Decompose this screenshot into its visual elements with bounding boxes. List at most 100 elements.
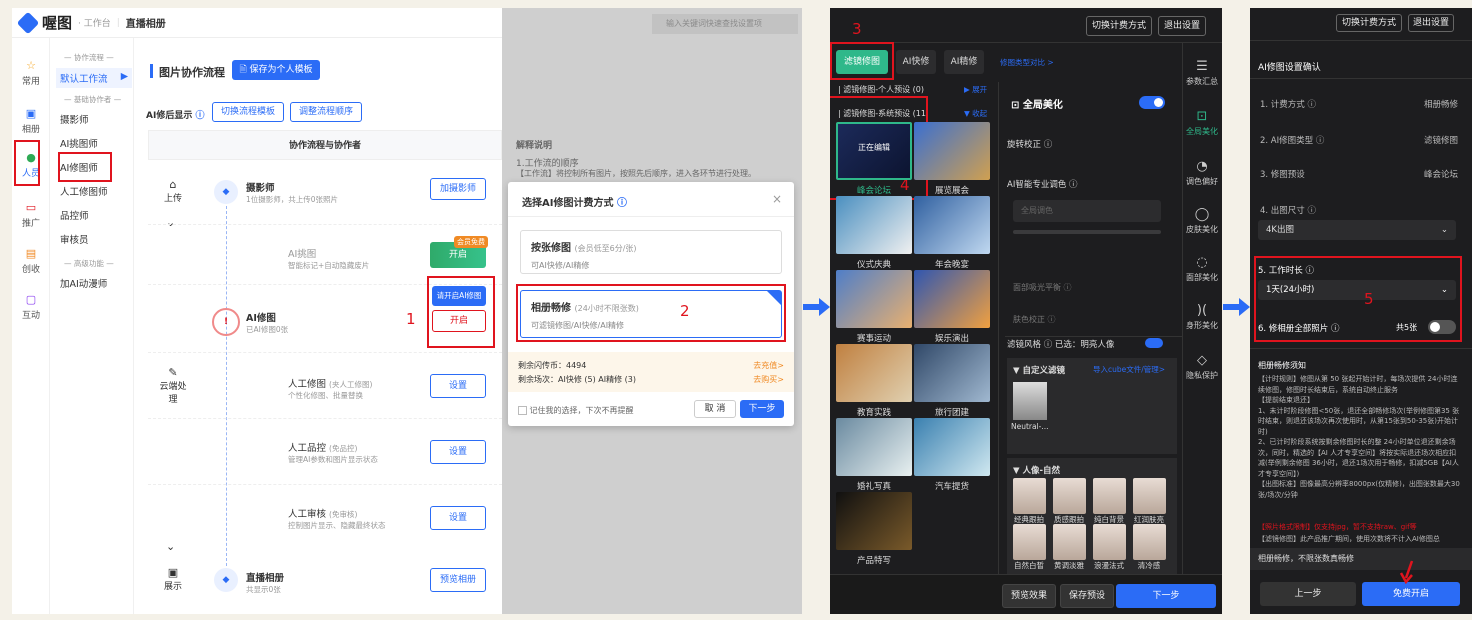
sub-item-ai-picker[interactable]: AI挑图师 — [60, 136, 98, 150]
nav-summary[interactable]: ☰ 参数汇总 — [1182, 60, 1222, 87]
preset-thumb[interactable] — [836, 270, 912, 328]
preset-thumb[interactable] — [914, 196, 990, 254]
filter-face-thumb[interactable] — [1093, 524, 1126, 560]
preset-label: 旅行团建 — [934, 408, 969, 418]
collapse-toggle[interactable]: ▼ 收起 — [964, 108, 987, 119]
neutral-thumb[interactable] — [1013, 382, 1047, 420]
default-flow-item[interactable]: 默认工作流 ▶ — [56, 68, 132, 88]
filter-face-label: 自然白皙 — [1014, 561, 1044, 570]
adjust-order-button[interactable]: 调整流程顺序 — [290, 102, 362, 122]
filter-face-thumb[interactable] — [1093, 478, 1126, 514]
sub-item-retoucher[interactable]: 人工修图师 — [60, 184, 108, 198]
nav-skin[interactable]: ◯ 皮肤美化 — [1182, 208, 1222, 235]
color-wheel-icon: ◔ — [1196, 159, 1208, 174]
preview-album-button[interactable]: 预览相册 — [430, 568, 486, 592]
nav-body[interactable]: )(身形美化 — [1182, 304, 1222, 331]
nav-global[interactable]: ⊡ 全局美化 — [1182, 110, 1222, 137]
tab-ai-fine[interactable]: AI精修 — [944, 50, 984, 74]
help-icon[interactable]: ⓘ — [617, 198, 627, 209]
preset-label: 娱乐演出 — [934, 334, 969, 344]
tab-ai-quick[interactable]: AI快修 — [896, 50, 936, 74]
help-icon[interactable]: ⓘ — [195, 111, 204, 121]
start-free-button[interactable]: 免费开启 — [1362, 582, 1460, 606]
settings-button[interactable]: 设置 — [430, 440, 486, 464]
exit-settings-button[interactable]: 退出设置 — [1158, 16, 1206, 36]
nav-common[interactable]: ☆ 常用 — [12, 60, 50, 88]
preview-button[interactable]: 预览效果 — [1002, 584, 1056, 608]
highlight-box — [58, 152, 112, 182]
remember-checkbox[interactable]: 记住我的选择，下次不再提醒 — [518, 405, 634, 416]
global-toggle[interactable] — [1139, 96, 1165, 109]
save-preset-button[interactable]: 保存预设 — [1060, 584, 1114, 608]
preset-thumb[interactable] — [914, 122, 990, 180]
row-desc: 智能标记+自动隐藏废片 — [288, 261, 370, 270]
preset-thumb[interactable] — [836, 418, 912, 476]
size-select[interactable]: 4K出图 ⌄ — [1258, 220, 1456, 240]
nav-promo[interactable]: ▭ 推广 — [12, 202, 50, 230]
preset-thumb[interactable] — [914, 418, 990, 476]
cancel-button[interactable]: 取 消 — [694, 400, 736, 418]
switch-billing-button[interactable]: 切换计费方式 — [1336, 14, 1402, 32]
filter-face-thumb[interactable] — [1053, 524, 1086, 560]
divider — [1250, 40, 1472, 41]
arrow-down-icon — [1399, 560, 1414, 584]
search-input[interactable]: 输入关键词快速查找设置项 — [652, 14, 798, 34]
row-name: AI修图 — [246, 313, 276, 324]
switch-template-button[interactable]: 切换流程模板 — [212, 102, 284, 122]
buy-link[interactable]: 去购买> — [753, 374, 784, 385]
sub-item-reviewer[interactable]: 审核员 — [60, 232, 89, 246]
nav-color[interactable]: ◔ 调色偏好 — [1182, 160, 1222, 187]
filter-face-thumb[interactable] — [1053, 478, 1086, 514]
sliders-icon: ☰ — [1196, 59, 1208, 74]
recharge-link[interactable]: 去充值> — [753, 360, 784, 371]
filter-face-thumb[interactable] — [1013, 478, 1046, 514]
option-title-text: 按张修图 — [531, 243, 571, 254]
preset-thumb[interactable] — [914, 344, 990, 402]
preset-label: 年会晚宴 — [934, 260, 969, 270]
preset-thumb[interactable] — [836, 344, 912, 402]
global-color-select[interactable]: 全局调色 — [1013, 200, 1161, 222]
close-icon[interactable]: × — [772, 192, 782, 206]
workbench-label[interactable]: · 工作台 — [78, 16, 111, 29]
sub-item-ai-comic[interactable]: 加AI动漫师 — [60, 276, 107, 290]
option-per-photo[interactable]: 按张修图 (会员低至6分/张) 可AI快修/AI精修 — [520, 230, 782, 274]
filter-face-thumb[interactable] — [1133, 524, 1166, 560]
add-photographer-button[interactable]: 加摄影师 — [430, 178, 486, 200]
filter-face-thumb[interactable] — [1133, 478, 1166, 514]
row-name: 人工修图 (夹人工修图) — [288, 376, 372, 390]
preset-thumb[interactable] — [836, 196, 912, 254]
row-name-text: 人工修图 — [288, 379, 327, 390]
import-cube-link[interactable]: 导入cube文件/管理> — [1093, 364, 1165, 375]
field-preset: 3. 修图预设 — [1260, 170, 1305, 180]
compare-link[interactable]: 修图类型对比 > — [1000, 57, 1054, 68]
nav-face[interactable]: ◌ 面部美化 — [1182, 256, 1222, 283]
exit-settings-button[interactable]: 退出设置 — [1408, 14, 1454, 32]
sub-item-photographer[interactable]: 摄影师 — [60, 112, 89, 126]
preset-thumb[interactable] — [914, 270, 990, 328]
filter-style-toggle[interactable] — [1145, 338, 1163, 348]
settings-button[interactable]: 设置 — [430, 506, 486, 530]
expand-toggle[interactable]: ▶ 展开 — [964, 84, 987, 95]
color-slider[interactable] — [1013, 230, 1161, 234]
chevron-down-icon[interactable]: ⌄ — [166, 540, 175, 553]
save-template-button[interactable]: 🗎 保存为个人模板 — [232, 60, 320, 80]
switch-billing-button[interactable]: 切换计费方式 — [1086, 16, 1152, 36]
sub-item-qc[interactable]: 品控师 — [60, 208, 89, 222]
preset-thumb[interactable]: 正在编辑 — [836, 122, 912, 180]
nav-interact[interactable]: ▢ 互动 — [12, 294, 50, 322]
nav-privacy[interactable]: ◇ 隐私保护 — [1182, 354, 1222, 381]
album-icon: ▣ — [25, 107, 37, 120]
nav-revenue[interactable]: ▤ 创收 — [12, 248, 50, 276]
nav-album[interactable]: ▣ 相册 — [12, 107, 50, 136]
prev-button[interactable]: 上一步 — [1260, 582, 1356, 606]
preset-thumb[interactable] — [836, 492, 912, 550]
left-nav: ☆ 常用 ▣ 相册 ● 人员 ▭ 推广 ▤ 创收 ▢ 互动 — [12, 38, 50, 614]
next-button[interactable]: 下一步 — [740, 400, 784, 418]
filter-face-thumb[interactable] — [1013, 524, 1046, 560]
ai-show-text: AI修后显示 — [146, 111, 193, 121]
chevron-down-icon[interactable]: ⌄ — [166, 216, 175, 229]
next-button[interactable]: 下一步 — [1116, 584, 1216, 608]
settings-button[interactable]: 设置 — [430, 374, 486, 398]
breadcrumb: 直播相册 — [125, 19, 166, 30]
top-bar: 喔图 · 工作台 | 直播相册 — [12, 8, 502, 38]
